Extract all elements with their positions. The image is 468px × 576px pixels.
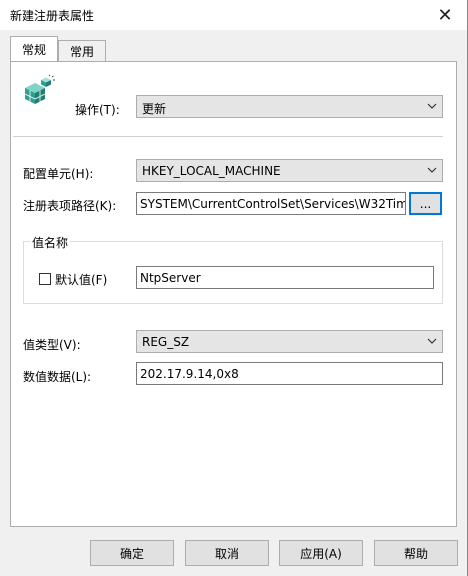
value-type-label: 值类型(V): (23, 338, 81, 352)
value-type-dropdown[interactable]: REG_SZ (136, 330, 443, 353)
title-bar: 新建注册表属性 ✕ (0, 0, 467, 30)
tab-general[interactable]: 常规 (10, 36, 58, 61)
close-icon: ✕ (437, 4, 453, 26)
ok-button-label: 确定 (119, 546, 144, 561)
registry-properties-dialog: 新建注册表属性 ✕ 常规 常用 操作(T): 更新 配置单元(H): HKEY_… (0, 0, 468, 576)
default-value-checkbox[interactable] (39, 273, 51, 285)
value-name-value: NtpServer (140, 271, 201, 285)
value-data-label: 数值数据(L): (23, 370, 92, 384)
key-path-input[interactable]: SYSTEM\CurrentControlSet\Services\W32Tim… (136, 192, 406, 215)
hive-dropdown[interactable]: HKEY_LOCAL_MACHINE (136, 159, 443, 182)
tab-common[interactable]: 常用 (58, 40, 106, 61)
browse-button-label: ... (419, 196, 432, 211)
help-button-label: 帮助 (403, 546, 428, 561)
value-type-value: REG_SZ (142, 335, 190, 349)
cancel-button[interactable]: 取消 (185, 540, 269, 566)
ok-button[interactable]: 确定 (90, 540, 174, 566)
key-path-label: 注册表项路径(K): (23, 199, 117, 213)
divider (13, 136, 443, 137)
tab-common-label: 常用 (69, 44, 94, 59)
hive-label: 配置单元(H): (23, 167, 94, 181)
value-name-input[interactable]: NtpServer (136, 266, 434, 289)
browse-button[interactable]: ... (409, 192, 442, 215)
general-panel: 操作(T): 更新 配置单元(H): HKEY_LOCAL_MACHINE 注册… (10, 61, 457, 527)
tab-general-label: 常规 (21, 42, 46, 57)
value-data-input[interactable]: 202.17.9.14,0x8 (136, 362, 443, 385)
chevron-down-icon (427, 338, 437, 344)
value-name-group-title: 值名称 (30, 234, 71, 251)
cancel-button-label: 取消 (214, 546, 239, 561)
action-value: 更新 (142, 102, 167, 116)
help-button[interactable]: 帮助 (374, 540, 458, 566)
window-title: 新建注册表属性 (10, 9, 95, 23)
registry-blocks-icon (24, 74, 55, 104)
action-label: 操作(T): (75, 103, 120, 117)
apply-button[interactable]: 应用(A) (279, 540, 363, 566)
chevron-down-icon (427, 103, 437, 109)
chevron-down-icon (427, 167, 437, 173)
value-data-value: 202.17.9.14,0x8 (140, 367, 239, 381)
value-name-group: 值名称 默认值(F) NtpServer (23, 234, 443, 304)
default-value-label[interactable]: 默认值(F) (55, 271, 107, 288)
close-button[interactable]: ✕ (423, 0, 467, 30)
key-path-value: SYSTEM\CurrentControlSet\Services\W32Tim… (140, 197, 406, 211)
hive-value: HKEY_LOCAL_MACHINE (142, 164, 281, 178)
apply-button-label: 应用(A) (300, 546, 342, 561)
action-dropdown[interactable]: 更新 (136, 95, 443, 118)
